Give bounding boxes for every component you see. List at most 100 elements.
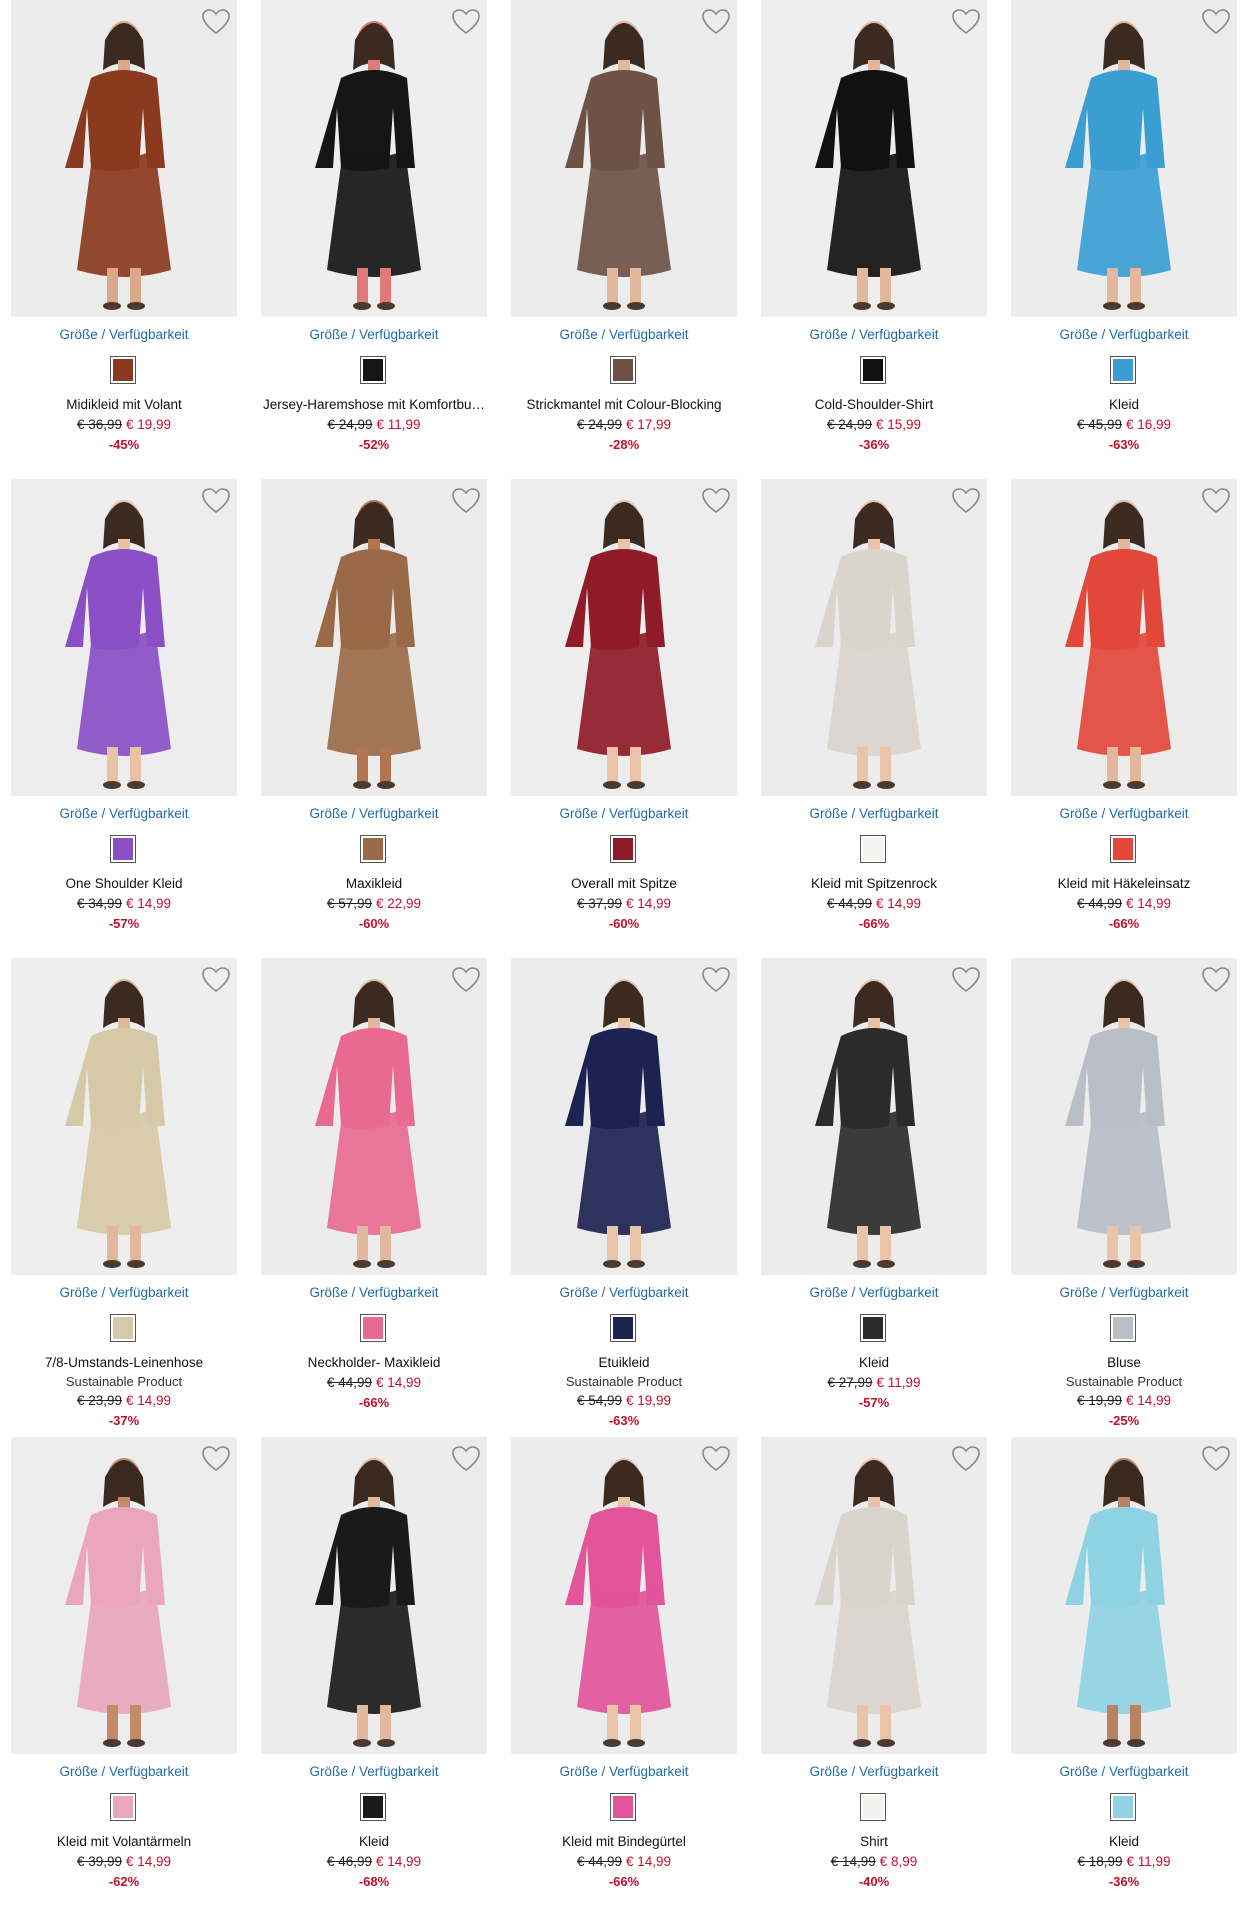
wishlist-heart-icon[interactable]: [951, 1445, 981, 1473]
size-availability-link[interactable]: Größe / Verfügbarkeit: [511, 1764, 737, 1779]
product-image[interactable]: [761, 479, 987, 796]
wishlist-heart-icon[interactable]: [1201, 966, 1231, 994]
color-swatch[interactable]: [360, 356, 386, 384]
wishlist-heart-icon[interactable]: [451, 8, 481, 36]
color-swatch[interactable]: [110, 835, 136, 863]
product-image[interactable]: [511, 479, 737, 796]
product-image[interactable]: [261, 958, 487, 1275]
product-name[interactable]: Cold-Shoulder-Shirt: [761, 397, 987, 412]
size-availability-link[interactable]: Größe / Verfügbarkeit: [1011, 327, 1237, 342]
product-name[interactable]: Kleid mit Bindegürtel: [511, 1834, 737, 1849]
color-swatch[interactable]: [610, 1793, 636, 1821]
color-swatch[interactable]: [110, 1314, 136, 1342]
product-image[interactable]: [761, 0, 987, 317]
wishlist-heart-icon[interactable]: [451, 1445, 481, 1473]
product-image[interactable]: [761, 1437, 987, 1754]
product-image[interactable]: [11, 958, 237, 1275]
product-image[interactable]: [1011, 479, 1237, 796]
product-name[interactable]: One Shoulder Kleid: [11, 876, 237, 891]
color-swatch[interactable]: [860, 1314, 886, 1342]
size-availability-link[interactable]: Größe / Verfügbarkeit: [261, 1764, 487, 1779]
wishlist-heart-icon[interactable]: [1201, 8, 1231, 36]
product-name[interactable]: Midikleid mit Volant: [11, 397, 237, 412]
wishlist-heart-icon[interactable]: [201, 487, 231, 515]
product-name[interactable]: Kleid mit Spitzenrock: [761, 876, 987, 891]
product-card[interactable]: Größe / Verfügbarkeit Shirt € 14,99 € 8,9…: [761, 1437, 987, 1916]
product-name[interactable]: Maxikleid: [261, 876, 487, 891]
product-name[interactable]: Overall mit Spitze: [511, 876, 737, 891]
product-image[interactable]: [1011, 0, 1237, 317]
color-swatch[interactable]: [110, 1793, 136, 1821]
wishlist-heart-icon[interactable]: [201, 1445, 231, 1473]
product-card[interactable]: Größe / Verfügbarkeit Bluse Sustainable …: [1011, 958, 1237, 1437]
product-card[interactable]: Größe / Verfügbarkeit Kleid € 18,99 € 11,…: [1011, 1437, 1237, 1916]
product-image[interactable]: [261, 0, 487, 317]
product-name[interactable]: Kleid: [761, 1355, 987, 1370]
wishlist-heart-icon[interactable]: [951, 966, 981, 994]
color-swatch[interactable]: [610, 356, 636, 384]
product-card[interactable]: Größe / Verfügbarkeit Kleid € 27,99 € 11,…: [761, 958, 987, 1437]
wishlist-heart-icon[interactable]: [451, 487, 481, 515]
wishlist-heart-icon[interactable]: [701, 966, 731, 994]
product-name[interactable]: Etuikleid: [511, 1355, 737, 1370]
size-availability-link[interactable]: Größe / Verfügbarkeit: [11, 806, 237, 821]
size-availability-link[interactable]: Größe / Verfügbarkeit: [261, 806, 487, 821]
product-image[interactable]: [11, 479, 237, 796]
size-availability-link[interactable]: Größe / Verfügbarkeit: [761, 1285, 987, 1300]
wishlist-heart-icon[interactable]: [1201, 1445, 1231, 1473]
product-name[interactable]: Kleid: [1011, 397, 1237, 412]
product-name[interactable]: 7/8-Umstands-Leinenhose: [11, 1355, 237, 1370]
size-availability-link[interactable]: Größe / Verfügbarkeit: [511, 327, 737, 342]
product-name[interactable]: Shirt: [761, 1834, 987, 1849]
product-card[interactable]: Größe / Verfügbarkeit Jersey-Haremshose …: [261, 0, 487, 479]
product-card[interactable]: Größe / Verfügbarkeit Kleid € 45,99 € 16,…: [1011, 0, 1237, 479]
product-card[interactable]: Größe / Verfügbarkeit Maxikleid € 57,99 €…: [261, 479, 487, 958]
product-name[interactable]: Strickmantel mit Colour-Blocking: [511, 397, 737, 412]
color-swatch[interactable]: [1110, 835, 1136, 863]
product-card[interactable]: Größe / Verfügbarkeit Midikleid mit Vola…: [11, 0, 237, 479]
product-name[interactable]: Kleid mit Häkeleinsatz: [1011, 876, 1237, 891]
product-name[interactable]: Jersey-Haremshose mit Komfortbu…: [261, 397, 487, 412]
product-card[interactable]: Größe / Verfügbarkeit Overall mit Spitze…: [511, 479, 737, 958]
size-availability-link[interactable]: Größe / Verfügbarkeit: [11, 1764, 237, 1779]
color-swatch[interactable]: [360, 1314, 386, 1342]
product-card[interactable]: Größe / Verfügbarkeit Kleid mit Bindegür…: [511, 1437, 737, 1916]
product-name[interactable]: Kleid: [261, 1834, 487, 1849]
color-swatch[interactable]: [860, 1793, 886, 1821]
size-availability-link[interactable]: Größe / Verfügbarkeit: [1011, 806, 1237, 821]
wishlist-heart-icon[interactable]: [451, 966, 481, 994]
size-availability-link[interactable]: Größe / Verfügbarkeit: [511, 806, 737, 821]
product-image[interactable]: [1011, 1437, 1237, 1754]
product-name[interactable]: Bluse: [1011, 1355, 1237, 1370]
wishlist-heart-icon[interactable]: [201, 8, 231, 36]
color-swatch[interactable]: [1110, 356, 1136, 384]
product-image[interactable]: [261, 1437, 487, 1754]
product-card[interactable]: Größe / Verfügbarkeit Cold-Shoulder-Shir…: [761, 0, 987, 479]
product-card[interactable]: Größe / Verfügbarkeit Neckholder- Maxikl…: [261, 958, 487, 1437]
product-card[interactable]: Größe / Verfügbarkeit Kleid € 46,99 € 14,…: [261, 1437, 487, 1916]
product-image[interactable]: [511, 1437, 737, 1754]
product-image[interactable]: [11, 0, 237, 317]
color-swatch[interactable]: [360, 835, 386, 863]
wishlist-heart-icon[interactable]: [201, 966, 231, 994]
wishlist-heart-icon[interactable]: [701, 8, 731, 36]
wishlist-heart-icon[interactable]: [701, 487, 731, 515]
product-image[interactable]: [261, 479, 487, 796]
product-image[interactable]: [761, 958, 987, 1275]
product-card[interactable]: Größe / Verfügbarkeit Kleid mit Häkelein…: [1011, 479, 1237, 958]
color-swatch[interactable]: [360, 1793, 386, 1821]
size-availability-link[interactable]: Größe / Verfügbarkeit: [1011, 1285, 1237, 1300]
product-name[interactable]: Neckholder- Maxikleid: [261, 1355, 487, 1370]
wishlist-heart-icon[interactable]: [1201, 487, 1231, 515]
color-swatch[interactable]: [1110, 1314, 1136, 1342]
color-swatch[interactable]: [1110, 1793, 1136, 1821]
product-card[interactable]: Größe / Verfügbarkeit Etuikleid Sustaina…: [511, 958, 737, 1437]
size-availability-link[interactable]: Größe / Verfügbarkeit: [761, 1764, 987, 1779]
product-card[interactable]: Größe / Verfügbarkeit Kleid mit Volantär…: [11, 1437, 237, 1916]
color-swatch[interactable]: [110, 356, 136, 384]
product-image[interactable]: [511, 0, 737, 317]
size-availability-link[interactable]: Größe / Verfügbarkeit: [511, 1285, 737, 1300]
product-image[interactable]: [1011, 958, 1237, 1275]
product-image[interactable]: [11, 1437, 237, 1754]
wishlist-heart-icon[interactable]: [701, 1445, 731, 1473]
